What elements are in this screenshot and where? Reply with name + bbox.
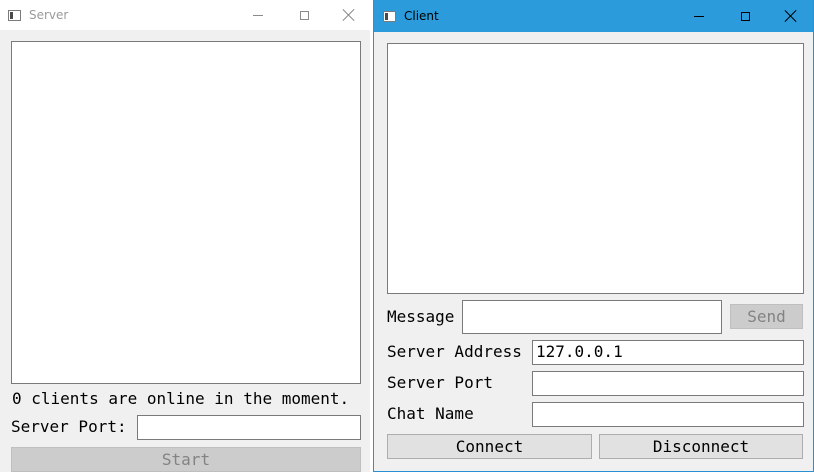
server-port-input[interactable]: [137, 415, 361, 440]
disconnect-button[interactable]: Disconnect: [599, 434, 803, 459]
client-minimize-button[interactable]: [676, 0, 722, 32]
app-window-icon: [8, 9, 21, 21]
server-window-title: Server: [29, 8, 69, 22]
client-titlebar[interactable]: Client: [374, 0, 813, 32]
connect-button[interactable]: Connect: [387, 434, 592, 459]
server-log-area[interactable]: [11, 41, 361, 384]
server-address-label: Server Address: [387, 342, 522, 361]
start-button[interactable]: Start: [11, 447, 361, 472]
send-button[interactable]: Send: [730, 304, 803, 329]
client-chat-area[interactable]: [387, 43, 804, 294]
server-titlebar[interactable]: Server: [0, 0, 370, 30]
app-window-icon: [383, 10, 396, 22]
message-input[interactable]: [462, 300, 722, 334]
chat-name-input[interactable]: [532, 402, 804, 427]
server-status-text: 0 clients are online in the moment.: [12, 389, 350, 408]
close-icon: [343, 9, 355, 21]
server-port-label: Server Port:: [11, 417, 127, 436]
server-maximize-button[interactable]: [281, 0, 327, 30]
server-minimize-button[interactable]: [235, 0, 281, 30]
client-window: Client Message Send Server Address 127.0…: [373, 0, 814, 472]
client-window-title: Client: [404, 9, 439, 23]
server-address-input[interactable]: 127.0.0.1: [532, 340, 804, 365]
client-port-input[interactable]: [532, 371, 804, 396]
server-window: Server 0 clients are online in the momen…: [0, 0, 370, 472]
server-close-button[interactable]: [326, 0, 372, 30]
maximize-icon: [299, 10, 309, 20]
client-close-button[interactable]: [768, 0, 814, 32]
minimize-icon: [694, 15, 704, 17]
maximize-icon: [740, 11, 750, 21]
close-icon: [785, 10, 797, 22]
minimize-icon: [253, 14, 263, 16]
message-label: Message: [387, 307, 455, 326]
client-maximize-button[interactable]: [722, 0, 768, 32]
chat-name-label: Chat Name: [387, 404, 474, 423]
client-port-label: Server Port: [387, 373, 493, 392]
